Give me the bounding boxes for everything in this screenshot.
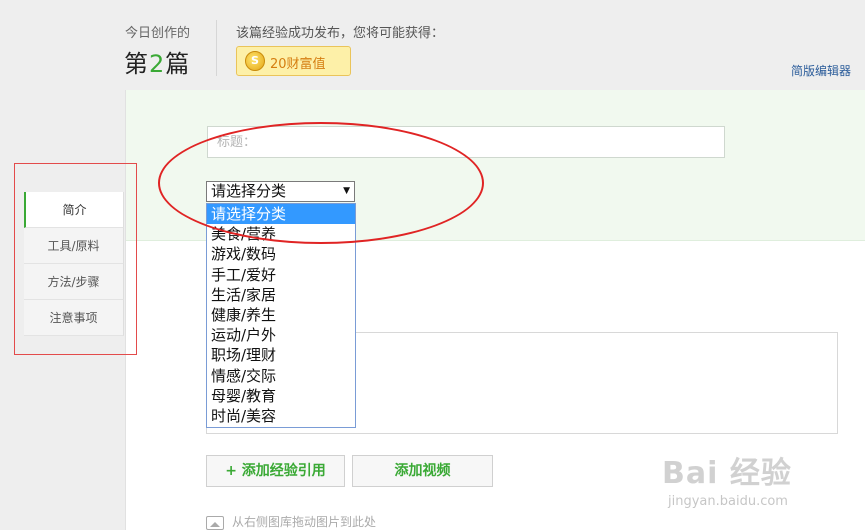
drag-image-hint: 从右侧图库拖动图片到此处	[206, 513, 376, 530]
header-divider	[216, 20, 217, 76]
category-option[interactable]: 游戏/数码	[207, 244, 355, 264]
category-option[interactable]: 手工/爱好	[207, 265, 355, 285]
category-select-value: 请选择分类	[211, 182, 287, 200]
wealth-reward-badge: S 20财富值	[236, 46, 351, 76]
category-option[interactable]: 运动/户外	[207, 325, 355, 345]
today-prefix: 第	[124, 50, 149, 78]
today-suffix: 篇	[165, 50, 191, 78]
add-quote-button[interactable]: + 添加经验引用	[206, 455, 345, 487]
wealth-reward-text: 20财富值	[270, 57, 326, 72]
title-input[interactable]	[207, 126, 725, 158]
coin-icon: S	[245, 51, 265, 71]
category-option[interactable]: 职场/理财	[207, 345, 355, 365]
simple-editor-link[interactable]: 简版编辑器	[791, 62, 851, 79]
category-option[interactable]: 母婴/教育	[207, 386, 355, 406]
header: 今日创作的 第2篇 该篇经验成功发布，您将可能获得： S 20财富值 简版编辑器	[0, 0, 865, 90]
chevron-down-icon: ▼	[343, 186, 350, 196]
category-option[interactable]: 生活/家居	[207, 285, 355, 305]
today-label: 今日创作的	[125, 26, 191, 41]
section-nav-item-intro[interactable]: 简介	[24, 192, 124, 228]
category-select[interactable]: 请选择分类 ▼	[206, 181, 355, 202]
today-count-number: 2	[149, 50, 166, 78]
category-option[interactable]: 情感/交际	[207, 366, 355, 386]
drag-image-hint-text: 从右侧图库拖动图片到此处	[232, 515, 377, 529]
section-nav-item-steps[interactable]: 方法/步骤	[24, 264, 124, 300]
reward-label: 该篇经验成功发布，您将可能获得：	[236, 26, 445, 41]
category-option[interactable]: 请选择分类	[207, 204, 355, 225]
image-icon	[206, 515, 224, 530]
category-option[interactable]: 时尚/美容	[207, 406, 355, 426]
category-dropdown-list: 请选择分类 美食/营养 游戏/数码 手工/爱好 生活/家居 健康/养生 运动/户…	[206, 203, 356, 428]
section-nav-item-tools[interactable]: 工具/原料	[24, 228, 124, 264]
category-option[interactable]: 健康/养生	[207, 305, 355, 325]
today-count: 第2篇	[124, 44, 190, 79]
section-nav-item-notes[interactable]: 注意事项	[24, 300, 124, 336]
category-option[interactable]: 美食/营养	[207, 224, 355, 244]
add-video-button[interactable]: 添加视频	[352, 455, 493, 487]
section-nav: 简介 工具/原料 方法/步骤 注意事项	[24, 192, 124, 336]
